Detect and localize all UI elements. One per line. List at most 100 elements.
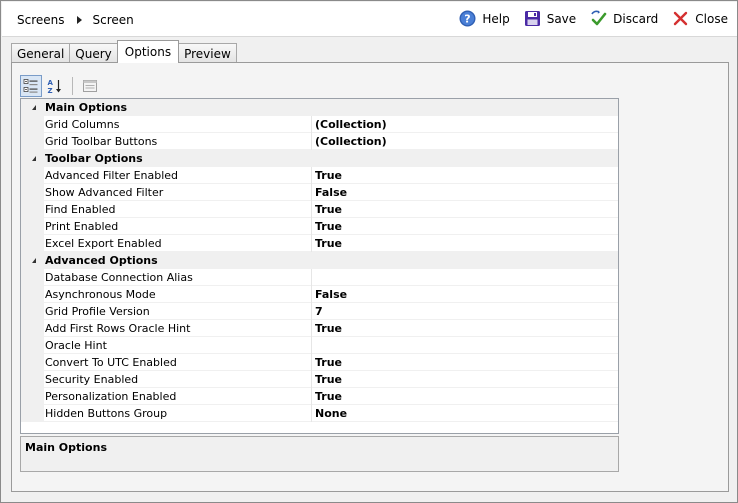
property-row[interactable]: Print Enabled True [21, 217, 618, 235]
collapse-toggle[interactable] [21, 150, 44, 167]
breadcrumb-separator-icon [76, 16, 82, 24]
property-name: Hidden Buttons Group [44, 404, 312, 422]
property-row[interactable]: Security Enabled True [21, 370, 618, 388]
property-pages-button[interactable] [79, 75, 101, 97]
discard-icon [591, 10, 607, 26]
property-row[interactable]: Add First Rows Oracle Hint True [21, 319, 618, 337]
row-gutter [21, 370, 44, 388]
property-grid: Main Options Grid Columns (Collection) G… [20, 98, 619, 434]
row-gutter [21, 183, 44, 201]
categorized-view-icon [23, 79, 38, 93]
property-name: Database Connection Alias [44, 268, 312, 286]
row-gutter [21, 234, 44, 252]
help-button[interactable]: ? Help [459, 10, 510, 27]
collapse-toggle[interactable] [21, 99, 44, 116]
categorized-button[interactable] [20, 75, 42, 97]
row-gutter [21, 336, 44, 354]
property-value[interactable]: True [312, 201, 618, 218]
row-gutter [21, 302, 44, 320]
svg-text:?: ? [465, 13, 471, 26]
category-label: Toolbar Options [45, 152, 143, 165]
breadcrumb-current: Screen [92, 13, 134, 27]
category-advanced-options[interactable]: Advanced Options [21, 252, 618, 269]
alphabetical-button[interactable]: A Z [44, 75, 66, 97]
row-gutter [21, 319, 44, 337]
property-name: Asynchronous Mode [44, 285, 312, 303]
property-row[interactable]: Personalization Enabled True [21, 387, 618, 405]
tab-label: Options [124, 45, 172, 59]
row-gutter [21, 268, 44, 286]
property-row[interactable]: Hidden Buttons Group None [21, 404, 618, 422]
property-row[interactable]: Convert To UTC Enabled True [21, 353, 618, 371]
tab-general[interactable]: General [11, 43, 71, 63]
help-label: Help [482, 11, 510, 26]
property-name: Grid Profile Version [44, 302, 312, 320]
property-value[interactable]: (Collection) [312, 133, 618, 150]
property-name: Personalization Enabled [44, 387, 312, 405]
save-button[interactable]: Save [524, 10, 576, 27]
property-name: Find Enabled [44, 200, 312, 218]
property-value[interactable]: True [312, 388, 618, 405]
property-row[interactable]: Excel Export Enabled True [21, 234, 618, 252]
property-name: Convert To UTC Enabled [44, 353, 312, 371]
save-label: Save [546, 11, 577, 26]
close-icon [674, 11, 688, 26]
property-name: Advanced Filter Enabled [44, 166, 312, 184]
row-gutter [21, 353, 44, 371]
property-value[interactable]: 7 [312, 303, 618, 320]
property-row[interactable]: Advanced Filter Enabled True [21, 166, 618, 184]
collapse-triangle-icon [31, 105, 36, 110]
collapse-toggle[interactable] [21, 252, 44, 269]
close-label: Close [695, 11, 728, 26]
property-pages-icon [83, 80, 97, 92]
property-value[interactable] [312, 337, 618, 354]
row-gutter [21, 404, 44, 422]
property-row[interactable]: Grid Profile Version 7 [21, 302, 618, 320]
tab-preview[interactable]: Preview [178, 43, 237, 63]
category-label: Main Options [45, 101, 127, 114]
property-value[interactable]: True [312, 167, 618, 184]
property-value[interactable] [312, 269, 618, 286]
property-grid-toolbar: A Z [20, 74, 103, 98]
collapse-triangle-icon [31, 258, 36, 263]
property-row[interactable]: Show Advanced Filter False [21, 183, 618, 201]
tab-query[interactable]: Query [69, 43, 118, 63]
tab-label: General [17, 46, 65, 61]
property-row[interactable]: Grid Toolbar Buttons (Collection) [21, 132, 618, 150]
tab-label: Query [75, 46, 112, 61]
property-value[interactable]: True [312, 371, 618, 388]
category-main-options[interactable]: Main Options [21, 99, 618, 116]
property-value[interactable]: None [312, 405, 618, 422]
row-gutter [21, 200, 44, 218]
property-value[interactable]: False [312, 286, 618, 303]
property-value[interactable]: (Collection) [312, 116, 618, 133]
property-row[interactable]: Find Enabled True [21, 200, 618, 218]
property-name: Grid Columns [44, 115, 312, 133]
breadcrumb: Screens Screen [17, 13, 134, 27]
property-value[interactable]: False [312, 184, 618, 201]
discard-label: Discard [613, 11, 659, 26]
description-title: Main Options [25, 441, 107, 454]
help-icon: ? [459, 10, 476, 27]
property-row[interactable]: Database Connection Alias [21, 268, 618, 286]
property-row[interactable]: Grid Columns (Collection) [21, 115, 618, 133]
property-row[interactable]: Asynchronous Mode False [21, 285, 618, 303]
category-label: Advanced Options [45, 254, 158, 267]
row-gutter [21, 115, 44, 133]
property-value[interactable]: True [312, 320, 618, 337]
tab-strip: General Query Options Preview [11, 40, 237, 63]
property-value[interactable]: True [312, 354, 618, 371]
property-value[interactable]: True [312, 235, 618, 252]
breadcrumb-root[interactable]: Screens [17, 13, 65, 27]
property-name: Add First Rows Oracle Hint [44, 319, 312, 337]
property-row[interactable]: Oracle Hint [21, 336, 618, 354]
collapse-triangle-icon [31, 156, 36, 161]
property-value[interactable]: True [312, 218, 618, 235]
row-gutter [21, 132, 44, 150]
discard-button[interactable]: Discard [590, 10, 658, 27]
close-button[interactable]: Close [672, 10, 728, 27]
category-toolbar-options[interactable]: Toolbar Options [21, 150, 618, 167]
tab-options[interactable]: Options [116, 40, 180, 63]
property-name: Oracle Hint [44, 336, 312, 354]
toolbar-separator [72, 77, 73, 95]
